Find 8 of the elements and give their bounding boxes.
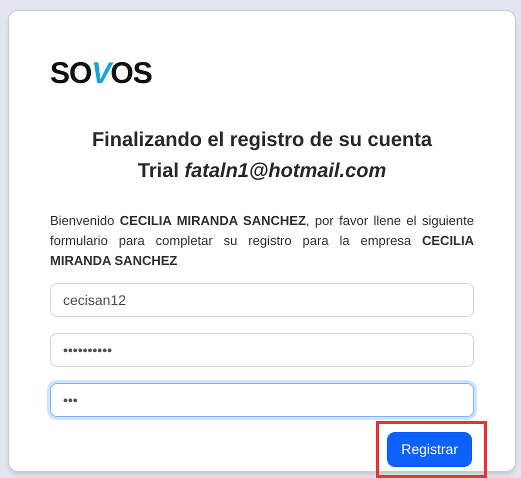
input-field[interactable]: •••••••••• xyxy=(50,333,474,367)
welcome-text: Bienvenido CECILIA MIRANDA SANCHEZ, por favor llene el siguiente formulario para completar su registro para la empresa CECILIA MIRANDA SANCHEZ xyxy=(50,212,474,270)
title: Finalizando el registro de su cuenta xyxy=(92,128,432,153)
input-field[interactable]: ••• xyxy=(50,383,474,417)
sovos-logo: SOVOS xyxy=(50,59,152,89)
input-field[interactable]: cecisan12 xyxy=(50,283,474,317)
register-button[interactable]: Registrar xyxy=(387,432,472,467)
title: Trial fataln1@hotmail.com xyxy=(138,159,386,184)
